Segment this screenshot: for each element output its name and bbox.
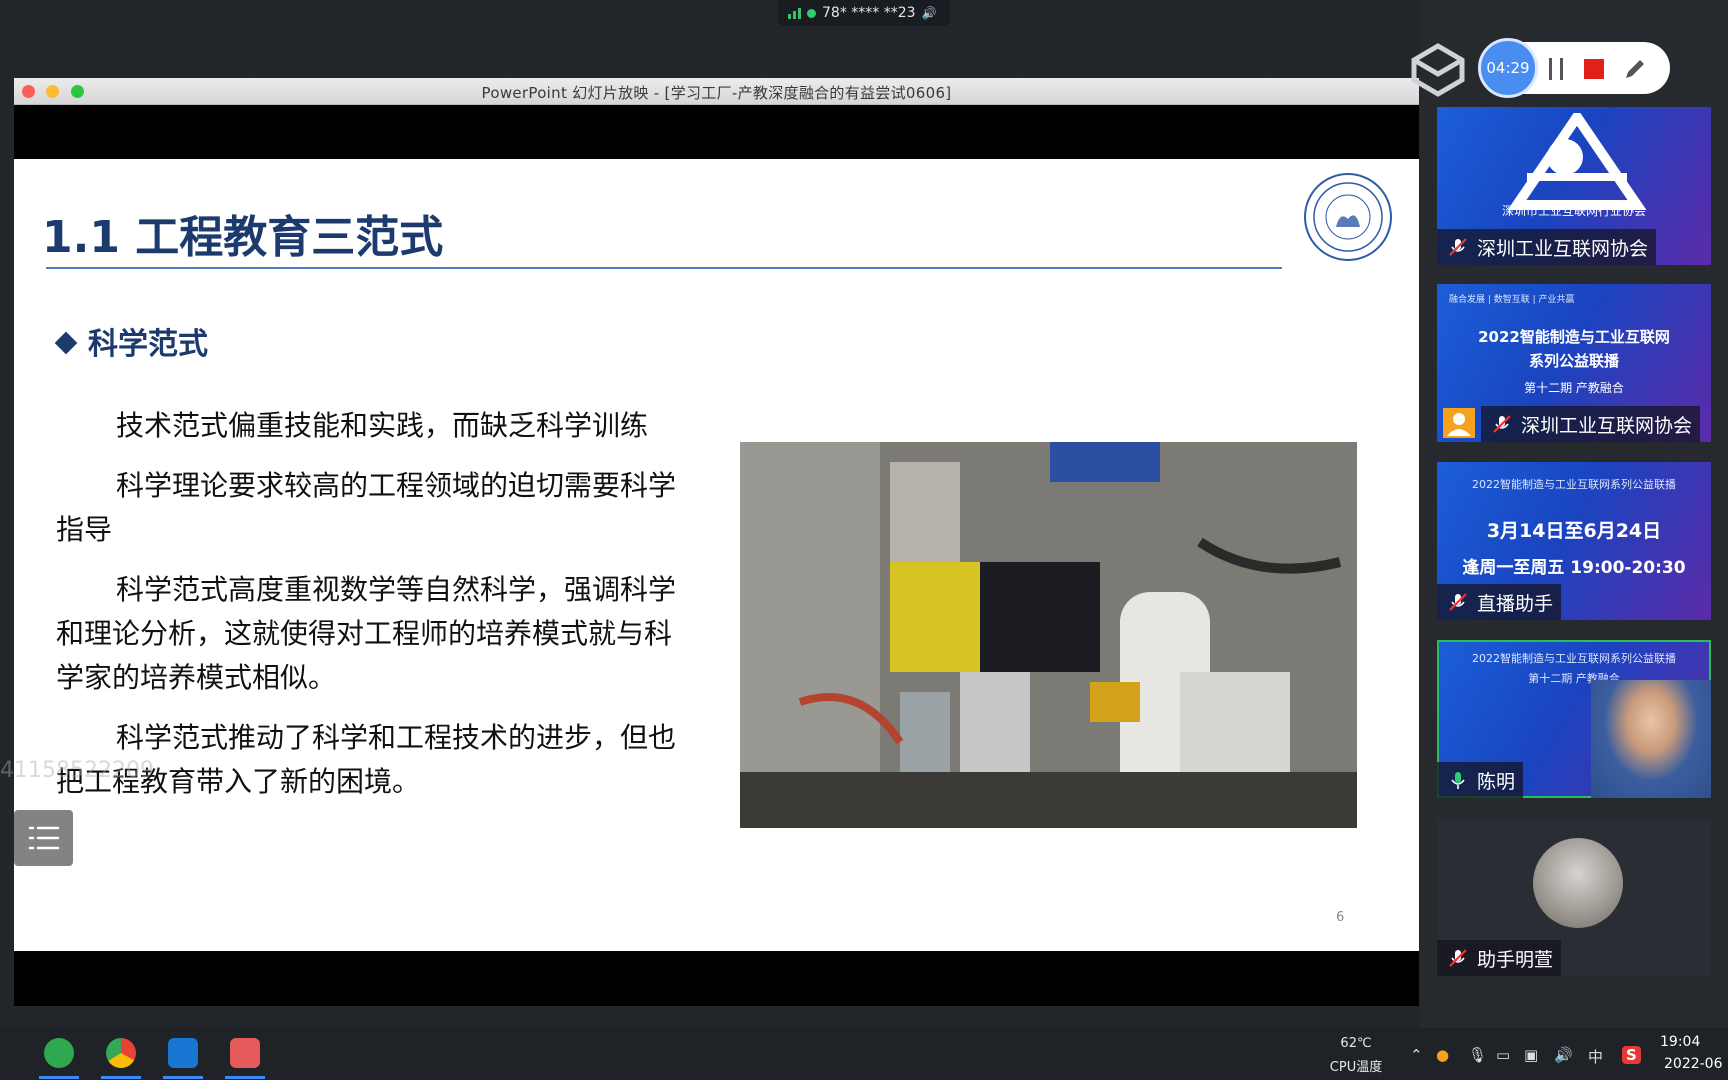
- window-titlebar: PowerPoint 幻灯片放映 - [学习工厂-产教深度融合的有益尝试0606…: [14, 78, 1419, 105]
- pen-icon: [1626, 60, 1644, 78]
- sogou-ime-icon[interactable]: S: [1622, 1046, 1641, 1064]
- window-title: PowerPoint 幻灯片放映 - [学习工厂-产教深度融合的有益尝试0606…: [481, 84, 952, 102]
- slide-menu-button[interactable]: [14, 810, 73, 866]
- presentation-app-icon[interactable]: [230, 1038, 260, 1068]
- participant-label: 深圳工业互联网协会: [1437, 229, 1657, 265]
- active-app-indicator: [163, 1076, 203, 1079]
- tile-banner: 深圳市工业互联网行业协会: [1501, 204, 1646, 218]
- mic-on-icon: [1451, 772, 1465, 789]
- participant-name: 深圳工业互联网协会: [1521, 414, 1693, 437]
- signal-icon: [788, 7, 801, 19]
- cube-logo-icon[interactable]: [1408, 40, 1468, 100]
- clock-time[interactable]: 19:04: [1660, 1034, 1700, 1050]
- slide-title: 1.1 工程教育三范式: [42, 212, 444, 263]
- active-app-indicator: [101, 1076, 141, 1079]
- diamond-bullet-icon: [54, 331, 78, 355]
- tile-banner-line1: 2022智能制造与工业互联网系列公益联播: [1472, 652, 1676, 665]
- cloud-icon[interactable]: ●: [1436, 1046, 1449, 1064]
- participant-label: 深圳工业互联网协会: [1481, 406, 1701, 442]
- tile-banner-line2: 3月14日至6月24日: [1486, 520, 1662, 542]
- participant-tile-2[interactable]: 融合发展 | 数智互联 | 产业共赢 2022智能制造与工业互联网 系列公益联播…: [1437, 284, 1711, 442]
- active-app-indicator: [225, 1076, 265, 1079]
- network-icon[interactable]: ▣: [1524, 1046, 1538, 1064]
- participant-label: 陈明: [1437, 762, 1524, 798]
- meeting-id: 78* **** **23: [822, 5, 916, 21]
- microphone-icon[interactable]: 🎙: [1468, 1046, 1487, 1064]
- mic-off-icon: [1449, 593, 1467, 611]
- tile-banner-line2: 系列公益联播: [1528, 352, 1619, 370]
- mic-off-icon: [1493, 415, 1511, 433]
- university-logo-icon: [1304, 173, 1392, 261]
- battery-icon[interactable]: ▭: [1496, 1046, 1510, 1064]
- cpu-temp-value: 62℃: [1340, 1036, 1372, 1051]
- participant-name: 深圳工业互联网协会: [1477, 237, 1649, 260]
- active-app-indicator: [39, 1076, 79, 1079]
- mic-off-icon: [1449, 949, 1467, 967]
- call-status-pill[interactable]: 78* **** **23 🔊: [778, 0, 950, 26]
- browser-green-icon[interactable]: [44, 1038, 74, 1068]
- pause-button[interactable]: [1546, 58, 1566, 80]
- paragraph-1: 技术范式偏重技能和实践，而缺乏科学训练: [116, 409, 649, 442]
- meeting-app-icon[interactable]: [168, 1038, 198, 1068]
- slide: 1.1 工程教育三范式 科学范式 技术范式偏重技能和实践，而缺乏科学训练 科学理…: [14, 159, 1419, 951]
- watermark-text: 41158522209: [0, 758, 154, 783]
- annotate-pen-button[interactable]: [1622, 56, 1648, 82]
- slide-subheading: 科学范式: [54, 319, 208, 363]
- engine-test-bench-photo: [740, 442, 1357, 828]
- subheading-text: 科学范式: [88, 327, 208, 362]
- participant-tile-3[interactable]: 2022智能制造与工业互联网系列公益联播 3月14日至6月24日 逢周一至周五 …: [1437, 462, 1711, 620]
- chevron-up-icon[interactable]: ⌃: [1410, 1046, 1423, 1064]
- ime-indicator[interactable]: 中: [1588, 1046, 1603, 1067]
- title-divider: [46, 267, 1282, 269]
- presenter-video: [1591, 680, 1711, 798]
- avatar: [1533, 838, 1623, 928]
- participant-tile-1[interactable]: 深圳市工业互联网行业协会 深圳工业互联网协会: [1437, 107, 1711, 265]
- slide-page-number: 6: [1336, 910, 1345, 925]
- stop-button[interactable]: [1584, 59, 1604, 79]
- participant-tile-4[interactable]: 2022智能制造与工业互联网系列公益联播 第十二期 产教融合 陈明: [1437, 640, 1711, 798]
- user-avatar-icon: [1443, 408, 1475, 438]
- recording-timer[interactable]: 04:29: [1478, 38, 1538, 98]
- tile-banner-line1: 2022智能制造与工业互联网: [1478, 328, 1670, 346]
- cpu-temp-label: CPU温度: [1329, 1060, 1383, 1075]
- speaker-icon: 🔊: [921, 6, 937, 20]
- clock-date[interactable]: 2022-06: [1664, 1056, 1723, 1072]
- participant-tile-5[interactable]: 助手明萱: [1437, 818, 1711, 976]
- tile-banner-line3: 第十二期 产教融合: [1524, 381, 1624, 395]
- paragraph-2: 科学理论要求较高的工程领域的迫切需要科学指导: [56, 469, 677, 546]
- participant-name: 助手明萱: [1477, 948, 1554, 971]
- tile-banner-top: 融合发展 | 数智互联 | 产业共赢: [1449, 295, 1575, 305]
- connection-dot-icon: [807, 8, 816, 18]
- participant-name: 陈明: [1477, 770, 1516, 793]
- tile-banner-line3: 逢周一至周五 19:00-20:30: [1462, 558, 1686, 578]
- volume-icon[interactable]: 🔊: [1554, 1046, 1573, 1064]
- list-menu-icon: [28, 826, 59, 850]
- paragraph-3: 科学范式高度重视数学等自然科学，强调科学和理论分析，这就使得对工程师的培养模式就…: [56, 573, 677, 694]
- participant-label: 助手明萱: [1437, 940, 1562, 976]
- participant-name: 直播助手: [1477, 592, 1554, 615]
- mic-off-icon: [1449, 238, 1467, 256]
- participant-label: 直播助手: [1437, 584, 1562, 620]
- chrome-icon[interactable]: [106, 1038, 136, 1068]
- association-logo-icon: [1507, 113, 1647, 210]
- tile-banner-line1: 2022智能制造与工业互联网系列公益联播: [1472, 478, 1676, 491]
